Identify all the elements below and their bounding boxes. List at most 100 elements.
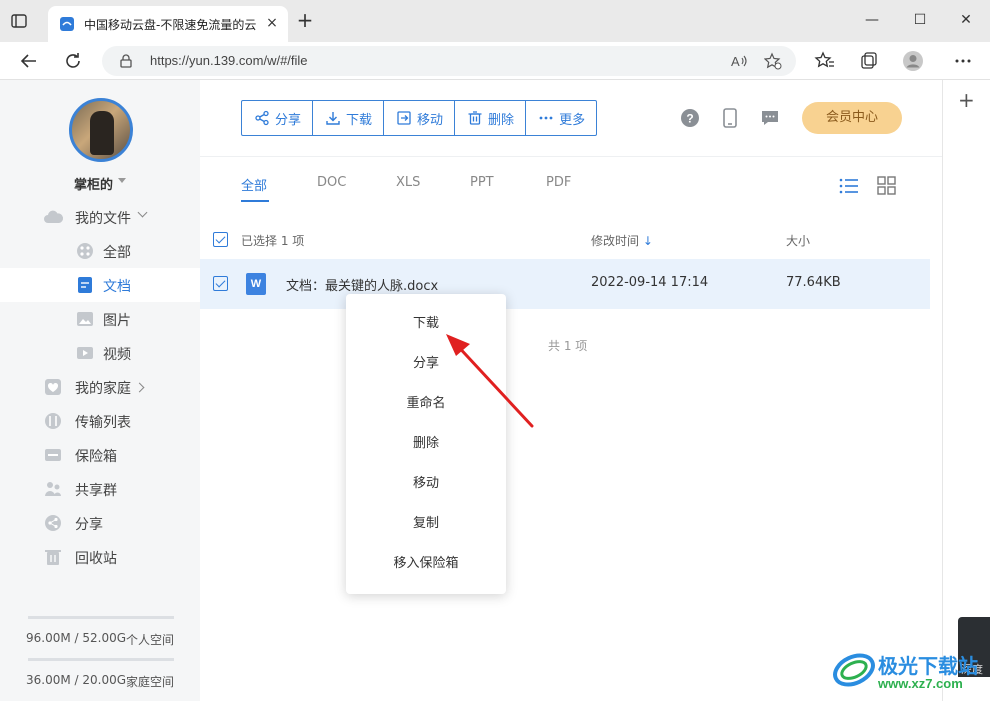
sidebar-item-family[interactable]: 我的家庭 (0, 370, 200, 404)
grid-view-icon[interactable] (876, 176, 898, 196)
minimize-button[interactable]: — (862, 10, 882, 30)
filter-tab-pdf[interactable]: PDF (546, 175, 571, 190)
user-menu-caret-icon[interactable] (118, 178, 126, 183)
video-icon (77, 347, 93, 359)
read-aloud-icon[interactable]: A (730, 52, 748, 70)
trash-icon (45, 550, 61, 565)
username[interactable]: 掌柜的 (74, 174, 113, 193)
column-header-modified-label: 修改时间 (591, 234, 640, 248)
browser-tab-bar: 中国移动云盘-不限速免流量的云 × + — ☐ ✕ (0, 0, 990, 42)
sidebar-item-images[interactable]: 图片 (0, 302, 200, 336)
move-icon (397, 111, 411, 125)
transfer-icon (45, 413, 61, 429)
cloud-icon (44, 210, 64, 223)
new-tab-button[interactable]: + (296, 10, 314, 30)
sidebar-item-label: 我的文件 (75, 211, 131, 227)
context-menu-copy[interactable]: 复制 (346, 514, 506, 554)
group-icon (45, 482, 61, 496)
tab-close-icon[interactable]: × (264, 15, 280, 31)
avatar[interactable] (69, 98, 133, 162)
filter-tab-doc[interactable]: DOC (317, 175, 346, 190)
annotation-arrow (446, 334, 534, 428)
list-view-icon[interactable] (838, 176, 860, 196)
sort-arrow-icon: ↓ (642, 234, 653, 248)
select-all-checkbox[interactable] (213, 232, 228, 247)
total-count: 共 1 项 (548, 339, 588, 353)
move-button[interactable]: 移动 (384, 101, 456, 135)
context-menu-delete[interactable]: 删除 (346, 434, 506, 474)
share-button-label: 分享 (275, 112, 302, 128)
filter-tab-ppt[interactable]: PPT (470, 175, 494, 190)
sidebar-item-label: 保险箱 (75, 449, 117, 465)
grid-icon (77, 243, 93, 259)
filter-tab-all[interactable]: 全部 (241, 175, 267, 194)
watermark-url: www.xz7.com (878, 676, 963, 691)
tab-title: 中国移动云盘-不限速免流量的云 (84, 18, 257, 32)
share-button[interactable]: 分享 (242, 101, 314, 135)
file-name[interactable]: 文档：最关键的人脉.docx (286, 275, 438, 294)
sidebar-item-share[interactable]: 分享 (0, 506, 200, 540)
table-row[interactable]: W 文档：最关键的人脉.docx 2022-09-14 17:14 77.64K… (200, 259, 930, 309)
context-menu-move-to-safe[interactable]: 移入保险箱 (346, 554, 506, 594)
mobile-app-icon[interactable] (720, 108, 740, 128)
back-icon[interactable] (18, 50, 40, 72)
sidebar-item-shared-groups[interactable]: 共享群 (0, 472, 200, 506)
sidebar-item-transfers[interactable]: 传输列表 (0, 404, 200, 438)
sidebar-item-safe[interactable]: 保险箱 (0, 438, 200, 472)
delete-button[interactable]: 删除 (455, 101, 527, 135)
move-button-label: 移动 (417, 112, 444, 128)
sidebar-item-all[interactable]: 全部 (0, 234, 200, 268)
profile-icon[interactable] (902, 50, 924, 72)
sidebar-item-label: 传输列表 (75, 415, 131, 431)
column-header-size[interactable]: 大小 (786, 232, 810, 249)
collections-icon[interactable] (858, 50, 880, 72)
url-text[interactable]: https://yun.139.com/w/#/file (150, 53, 308, 68)
active-tab-underline (241, 200, 269, 202)
share-icon (255, 110, 269, 126)
message-icon[interactable] (760, 108, 780, 128)
file-operations-toolbar: 分享 下载 移动 删除 更多 (241, 100, 598, 136)
family-storage-usage: 36.00M / 20.00G (26, 673, 127, 687)
more-icon[interactable] (952, 50, 974, 72)
vip-center-button[interactable]: 会员中心 (802, 102, 902, 134)
svg-text:?: ? (686, 112, 693, 126)
more-button[interactable]: 更多 (526, 101, 596, 135)
lock-icon[interactable] (118, 53, 134, 69)
sidebar-item-label: 全部 (103, 245, 131, 261)
sidebar-item-label: 共享群 (75, 483, 117, 499)
family-storage-bar (28, 658, 174, 661)
sidebar-item-documents[interactable]: 文档 (0, 268, 200, 302)
download-button[interactable]: 下载 (313, 101, 385, 135)
heart-icon (45, 379, 61, 395)
download-button-label: 下载 (346, 112, 373, 128)
sidebar-item-label: 我的家庭 (75, 381, 131, 397)
refresh-icon[interactable] (62, 50, 84, 72)
side-panel-add-icon[interactable]: + (958, 90, 975, 110)
chevron-right-icon (134, 382, 145, 393)
sidebar-item-videos[interactable]: 视频 (0, 336, 200, 370)
sidebar-item-my-files[interactable]: 我的文件 (0, 200, 200, 234)
delete-icon (468, 111, 482, 125)
watermark: 极光下载站 www.xz7.com (830, 640, 990, 700)
sidebar-item-recycle-bin[interactable]: 回收站 (0, 540, 200, 574)
filter-tab-xls[interactable]: XLS (396, 175, 420, 190)
context-menu-move[interactable]: 移动 (346, 474, 506, 514)
address-bar[interactable]: https://yun.139.com/w/#/file A (102, 46, 796, 76)
column-header-modified[interactable]: 修改时间 ↓ (591, 232, 653, 249)
chevron-down-icon (137, 207, 148, 218)
sidebar-item-label: 分享 (75, 517, 103, 533)
help-icon[interactable]: ? (680, 108, 700, 128)
close-window-button[interactable]: ✕ (956, 10, 976, 30)
header-divider (200, 156, 942, 157)
favorites-icon[interactable] (814, 50, 836, 72)
sidebar-item-label: 回收站 (75, 551, 117, 567)
row-checkbox[interactable] (213, 276, 228, 291)
browser-tab[interactable]: 中国移动云盘-不限速免流量的云 × (48, 6, 288, 42)
tab-actions-icon[interactable] (10, 12, 28, 30)
add-favorite-icon[interactable] (764, 52, 782, 70)
image-icon (77, 312, 93, 326)
selected-count: 已选择 1 项 (241, 234, 305, 248)
maximize-button[interactable]: ☐ (910, 10, 930, 30)
avatar-figure (90, 111, 114, 155)
personal-storage-label: 个人空间 (126, 633, 175, 647)
